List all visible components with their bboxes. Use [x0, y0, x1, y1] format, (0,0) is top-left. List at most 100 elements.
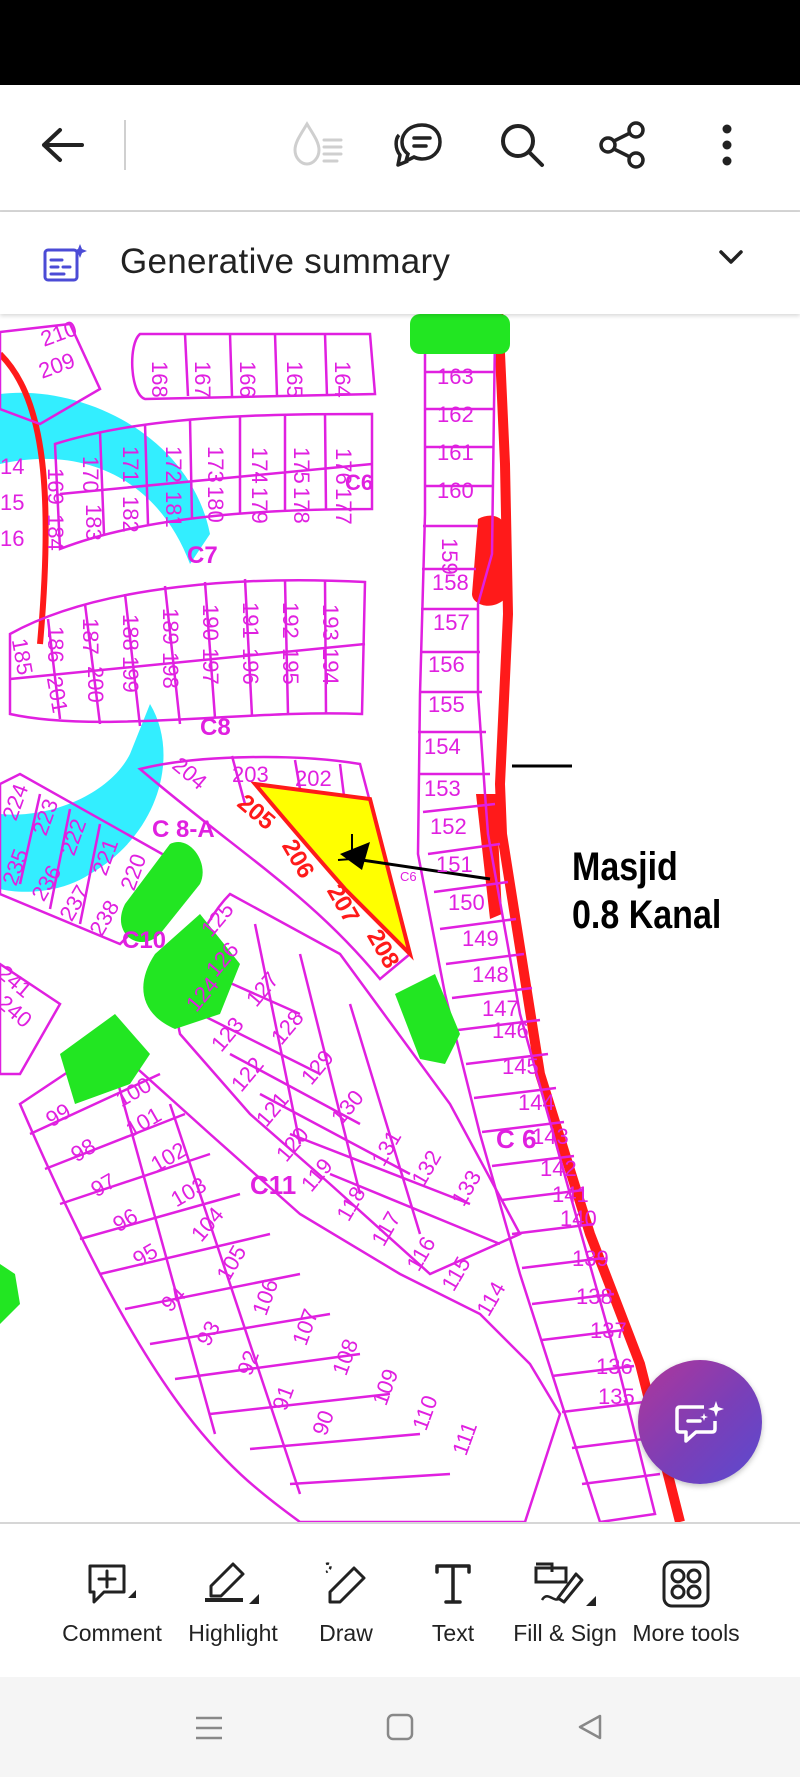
svg-text:139: 139 [572, 1246, 609, 1271]
arrow-left-icon[interactable] [32, 115, 92, 175]
home-icon[interactable] [386, 1713, 414, 1746]
svg-text:160: 160 [437, 478, 474, 503]
tool-text[interactable]: Text [403, 1524, 503, 1679]
svg-text:120: 120 [271, 1122, 314, 1166]
svg-text:133: 133 [446, 1166, 486, 1210]
ai-assistant-icon [675, 1401, 724, 1443]
share-icon[interactable] [593, 115, 653, 175]
comments-icon[interactable] [388, 115, 448, 175]
svg-text:108: 108 [327, 1335, 363, 1378]
ai-assistant-button[interactable] [638, 1360, 762, 1484]
svg-text:122: 122 [226, 1052, 269, 1096]
recents-icon[interactable] [194, 1715, 224, 1746]
plot-numbers: 168 167 166 165 164 163162161160 159 158… [0, 315, 635, 1458]
liquid-mode-icon[interactable] [288, 115, 348, 175]
svg-text:182: 182 [118, 496, 143, 533]
svg-text:106: 106 [247, 1275, 283, 1318]
search-icon[interactable] [492, 115, 552, 175]
svg-text:168: 168 [147, 361, 172, 398]
tool-highlight[interactable]: Highlight [183, 1524, 283, 1679]
svg-text:135: 135 [598, 1384, 635, 1409]
svg-text:163: 163 [437, 364, 474, 389]
svg-text:193: 193 [318, 604, 343, 641]
tool-more-tools[interactable]: More tools [630, 1524, 742, 1679]
svg-text:96: 96 [108, 1203, 142, 1237]
svg-text:157: 157 [433, 610, 470, 635]
svg-text:107: 107 [287, 1305, 323, 1348]
svg-text:142: 142 [540, 1156, 577, 1181]
svg-text:110: 110 [407, 1392, 442, 1434]
svg-text:145: 145 [502, 1054, 539, 1079]
svg-text:209: 209 [35, 347, 78, 383]
svg-text:132: 132 [406, 1146, 446, 1190]
svg-text:200: 200 [83, 666, 108, 703]
svg-text:93: 93 [191, 1316, 225, 1350]
svg-text:175: 175 [289, 447, 314, 484]
svg-text:162: 162 [437, 402, 474, 427]
svg-text:149: 149 [462, 926, 499, 951]
bottom-tools-bar: Comment Highlight Draw Text Fill & Sign … [0, 1522, 800, 1679]
svg-text:158: 158 [432, 570, 469, 595]
svg-text:16: 16 [0, 526, 24, 551]
summary-title: Generative summary [120, 242, 451, 281]
svg-text:196: 196 [238, 648, 263, 685]
svg-text:131: 131 [366, 1126, 406, 1170]
ai-summary-icon [42, 242, 88, 289]
tool-label: Text [431, 1620, 475, 1646]
sector-label-c6-top: C6 [345, 470, 374, 495]
tool-label: Draw [319, 1620, 373, 1646]
text-icon [433, 1554, 473, 1614]
svg-text:199: 199 [118, 656, 143, 693]
svg-text:166: 166 [235, 361, 260, 398]
svg-text:171: 171 [118, 446, 143, 483]
status-bar [0, 0, 800, 85]
svg-text:238: 238 [84, 896, 124, 940]
back-triangle-icon[interactable] [576, 1713, 604, 1746]
svg-text:185: 185 [7, 636, 38, 677]
sector-label-c8a: C 8-A [152, 816, 215, 843]
svg-text:186: 186 [43, 626, 68, 663]
svg-text:123: 123 [206, 1012, 249, 1056]
masjid-annotation: Masjid 0.8 Kanal [572, 843, 721, 939]
svg-text:121: 121 [251, 1087, 294, 1131]
svg-text:90: 90 [307, 1407, 339, 1439]
sector-label-c8: C8 [200, 714, 231, 741]
svg-text:130: 130 [326, 1085, 369, 1129]
svg-text:141: 141 [552, 1182, 589, 1207]
svg-text:153: 153 [424, 776, 461, 801]
svg-text:174: 174 [247, 447, 272, 484]
svg-text:167: 167 [190, 361, 215, 398]
svg-text:152: 152 [430, 814, 467, 839]
svg-text:172: 172 [161, 446, 186, 483]
masjid-area: 0.8 Kanal [572, 893, 722, 937]
svg-text:198: 198 [158, 652, 183, 689]
svg-text:178: 178 [289, 487, 314, 524]
svg-text:194: 194 [318, 648, 343, 685]
tool-label: Highlight [188, 1620, 278, 1646]
top-toolbar [0, 85, 800, 212]
svg-text:137: 137 [590, 1318, 627, 1343]
svg-text:109: 109 [367, 1365, 403, 1408]
svg-text:138: 138 [576, 1284, 613, 1309]
svg-text:202: 202 [295, 766, 332, 791]
sector-label-c6-bottom: C 6 [496, 1124, 537, 1154]
svg-text:151: 151 [436, 852, 473, 877]
svg-text:165: 165 [282, 361, 307, 398]
svg-text:14: 14 [0, 454, 24, 479]
tool-fill-sign[interactable]: Fill & Sign [505, 1524, 625, 1679]
highlighter-icon [203, 1554, 263, 1614]
more-vertical-icon[interactable] [697, 115, 757, 175]
svg-text:150: 150 [448, 890, 485, 915]
tool-comment[interactable]: Comment [62, 1524, 162, 1679]
svg-text:98: 98 [66, 1133, 100, 1167]
tool-label: Fill & Sign [513, 1620, 617, 1646]
masjid-title: Masjid [572, 845, 678, 889]
tool-draw[interactable]: Draw [296, 1524, 396, 1679]
svg-text:188: 188 [118, 614, 143, 651]
svg-text:180: 180 [203, 486, 228, 523]
svg-text:104: 104 [186, 1202, 229, 1246]
generative-summary-bar[interactable]: Generative summary [0, 212, 800, 314]
svg-text:143: 143 [532, 1124, 569, 1149]
svg-text:189: 189 [158, 608, 183, 645]
chevron-down-icon[interactable] [718, 248, 744, 271]
